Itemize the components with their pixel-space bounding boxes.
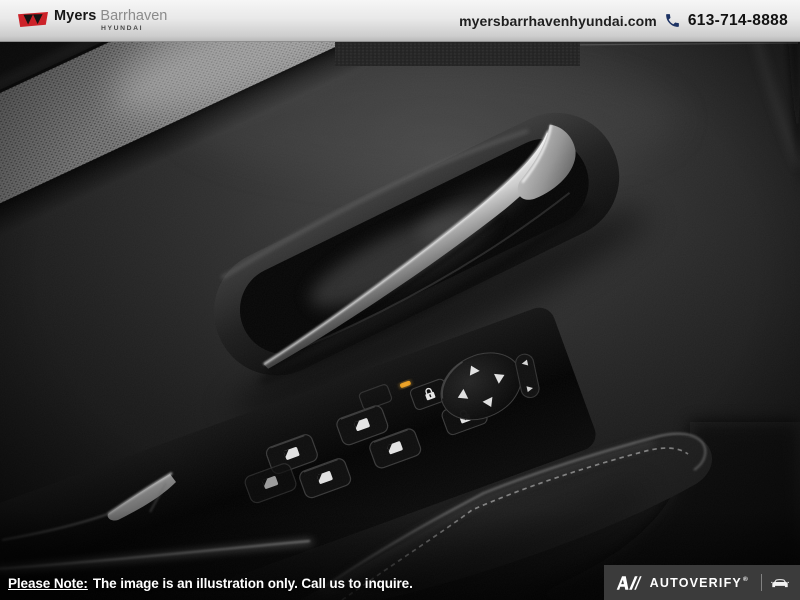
dealer-name: Myers [54,9,96,24]
phone-handset-icon [664,12,681,29]
door-panel-illustration [0,42,800,600]
dealer-logo: Myers Barrhaven HYUNDAI [18,9,167,32]
vehicle-interior-photo [0,42,800,600]
dealer-location: Barrhaven [100,9,167,24]
dealer-contact: myersbarrhavenhyundai.com 613-714-8888 [459,12,788,30]
disclaimer-label: Please Note: [8,576,88,591]
badge-divider [761,574,762,591]
registered-mark: ® [743,576,749,583]
website-link[interactable]: myersbarrhavenhyundai.com [459,13,657,29]
disclaimer-text: Please Note: The image is an illustration… [8,576,413,591]
myers-flag-icon [18,12,48,27]
disclaimer-body: The image is an illustration only. Call … [93,576,413,591]
car-icon [770,575,790,590]
dealer-header: Myers Barrhaven HYUNDAI myersbarrhavenhy… [0,0,800,42]
autoverify-badge[interactable]: AUTOVERIFY® [604,565,800,600]
autoverify-monogram-icon [616,573,642,593]
autoverify-label: AUTOVERIFY® [650,576,749,590]
phone-number-link[interactable]: 613-714-8888 [688,12,788,30]
dealer-name-block: Myers Barrhaven HYUNDAI [54,9,167,32]
vehicle-photo-page: Myers Barrhaven HYUNDAI myersbarrhavenhy… [0,0,800,600]
dealer-brand: HYUNDAI [101,25,167,32]
